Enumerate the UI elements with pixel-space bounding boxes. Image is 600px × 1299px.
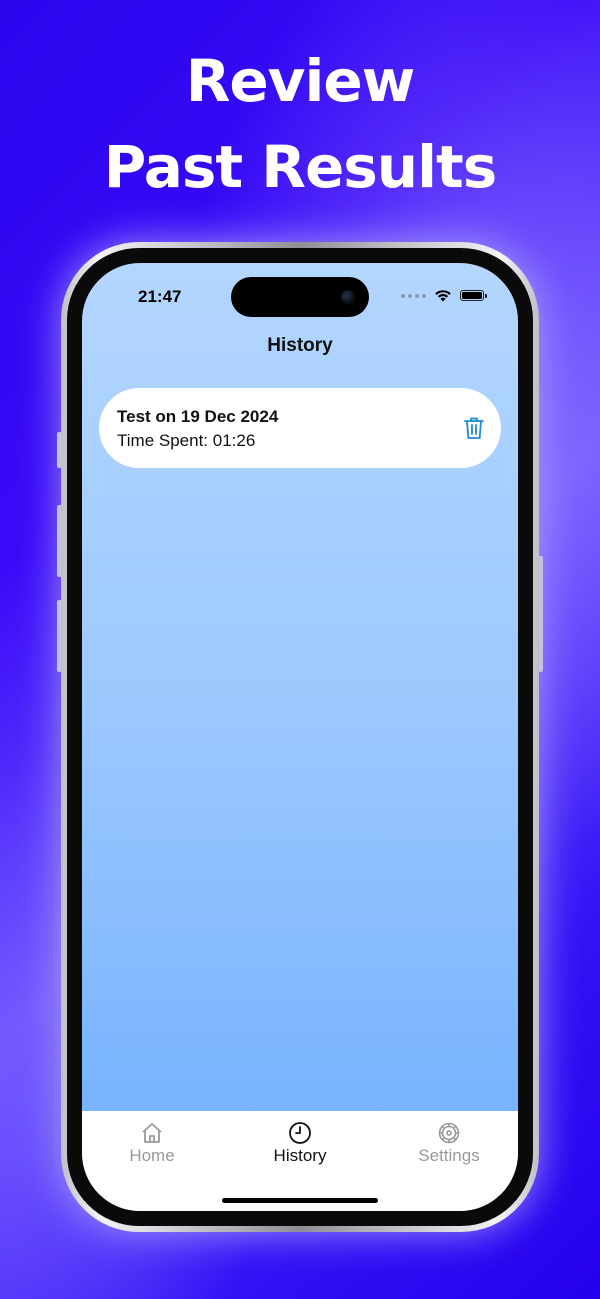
app-screen: 21:47 History Test on 19 Dec 2024 Time S…	[82, 263, 518, 1211]
tab-home-label: Home	[129, 1146, 175, 1165]
home-indicator[interactable]	[222, 1198, 378, 1203]
tab-settings[interactable]: Settings	[389, 1121, 509, 1166]
tab-bar: Home History Settings	[82, 1111, 518, 1211]
dynamic-island	[231, 277, 369, 317]
promo-headline-line2: Past Results	[103, 133, 497, 201]
gear-icon	[438, 1122, 460, 1144]
history-item-title: Test on 19 Dec 2024	[117, 407, 279, 426]
clock-icon	[289, 1122, 311, 1144]
battery-icon	[460, 290, 487, 301]
tab-settings-label: Settings	[418, 1146, 480, 1165]
cellular-signal-icon	[401, 293, 426, 298]
status-time: 21:47	[138, 287, 182, 306]
tab-history[interactable]: History	[240, 1121, 360, 1166]
promo-headline-line1: Review	[185, 47, 416, 115]
tab-history-label: History	[273, 1146, 327, 1165]
trash-icon[interactable]	[463, 416, 485, 440]
house-icon	[142, 1123, 162, 1143]
status-indicators	[401, 289, 487, 302]
history-item-time-spent: Time Spent: 01:26	[117, 431, 256, 450]
front-camera-icon	[341, 290, 355, 304]
history-list-item[interactable]: Test on 19 Dec 2024 Time Spent: 01:26	[99, 388, 501, 468]
tab-home[interactable]: Home	[92, 1121, 212, 1166]
page-title: History	[267, 335, 333, 356]
wifi-icon	[435, 290, 451, 302]
